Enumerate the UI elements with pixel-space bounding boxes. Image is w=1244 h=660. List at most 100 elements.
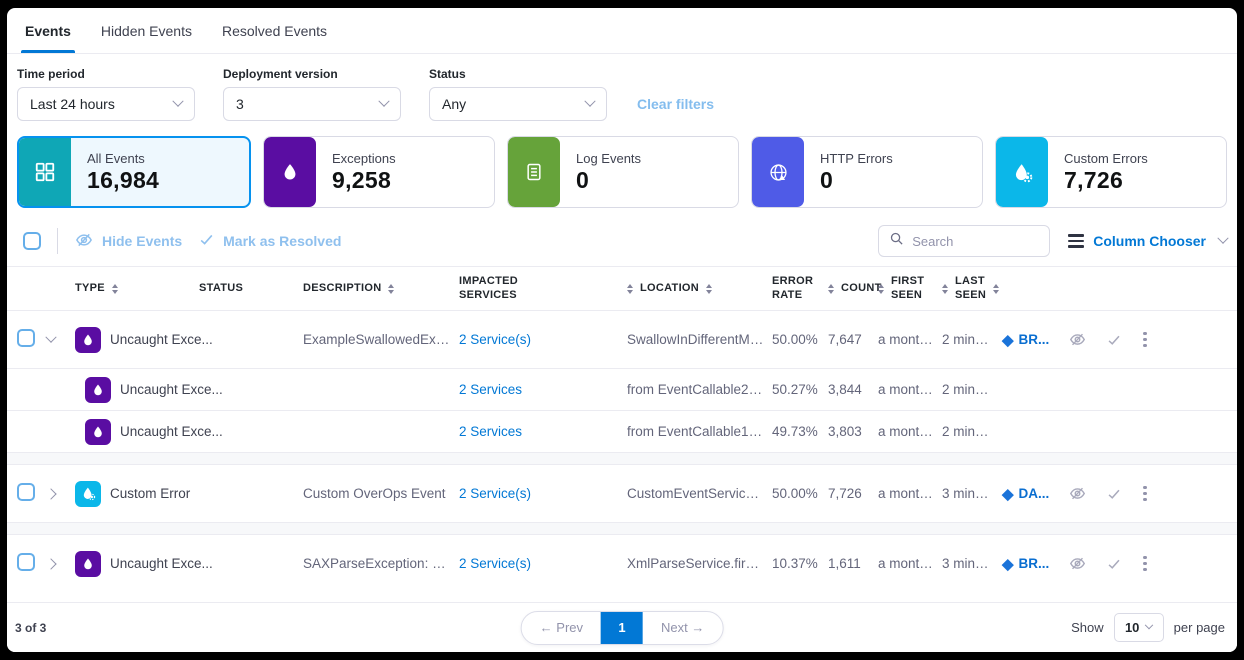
next-page-button[interactable]: Next →: [643, 612, 722, 644]
count-cell: 7,726: [828, 486, 878, 501]
services-link[interactable]: 2 Services: [459, 382, 627, 397]
prev-page-button[interactable]: ← Prev: [522, 612, 601, 644]
deployment-version-select[interactable]: 3: [223, 87, 401, 121]
tab-resolved-events-label: Resolved Events: [222, 23, 327, 39]
header-description[interactable]: DESCRIPTION: [303, 282, 459, 296]
type-label: Uncaught Exce...: [110, 556, 213, 571]
card-label: All Events: [87, 151, 159, 166]
sort-icon[interactable]: [828, 284, 834, 294]
kebab-menu-icon[interactable]: [1141, 554, 1149, 574]
group-separator: [7, 452, 1237, 465]
sort-icon[interactable]: [878, 284, 884, 294]
expand-row-chevron-icon[interactable]: [45, 558, 56, 569]
card-http-errors[interactable]: HTTP Errors 0: [751, 136, 983, 208]
resolve-event-icon[interactable]: [1106, 333, 1122, 347]
hide-event-icon[interactable]: [1068, 555, 1087, 572]
sort-icon[interactable]: [942, 284, 948, 294]
eye-slash-icon: [74, 231, 94, 252]
clear-filters-link[interactable]: Clear filters: [637, 96, 714, 112]
services-link[interactable]: 2 Service(s): [459, 332, 627, 347]
sort-icon[interactable]: [112, 284, 118, 294]
exception-type-icon: [85, 419, 111, 445]
diamond-icon: ◆: [1002, 555, 1014, 573]
time-period-filter: Time period Last 24 hours: [17, 67, 195, 121]
mark-as-resolved-button[interactable]: Mark as Resolved: [198, 232, 341, 250]
hamburger-icon: [1068, 234, 1084, 248]
sort-icon[interactable]: [706, 284, 712, 294]
header-count[interactable]: COUNT: [828, 282, 878, 296]
deployment-badge[interactable]: ◆BR...: [1002, 331, 1049, 349]
first-seen-cell: a month...: [878, 332, 942, 347]
exception-type-icon: [75, 551, 101, 577]
location-cell: CustomEventService.fir...: [627, 486, 772, 501]
sort-icon[interactable]: [993, 284, 999, 294]
globe-icon: [752, 137, 804, 207]
hide-event-icon[interactable]: [1068, 485, 1087, 502]
table-footer: 3 of 3 ← Prev 1 Next → Show 10 per page: [7, 602, 1237, 652]
status-select[interactable]: Any: [429, 87, 607, 121]
card-custom-errors[interactable]: Custom Errors 7,726: [995, 136, 1227, 208]
divider: [57, 228, 58, 254]
collapse-row-chevron-icon[interactable]: [45, 332, 56, 343]
services-link[interactable]: 2 Service(s): [459, 556, 627, 571]
deployment-badge[interactable]: ◆DA...: [1002, 485, 1049, 503]
page-size-select[interactable]: 10: [1114, 613, 1164, 642]
location-cell: SwallowInDifferentMeth...: [627, 332, 772, 347]
hide-events-button[interactable]: Hide Events: [74, 231, 182, 252]
resolve-event-icon[interactable]: [1106, 487, 1122, 501]
tab-events[interactable]: Events: [25, 8, 71, 53]
hide-events-label: Hide Events: [102, 233, 182, 249]
description-cell[interactable]: ExampleSwallowedExceptio...: [303, 332, 459, 347]
card-value: 0: [576, 167, 641, 194]
time-period-select[interactable]: Last 24 hours: [17, 87, 195, 121]
kebab-menu-icon[interactable]: [1141, 330, 1149, 350]
sort-icon[interactable]: [627, 284, 633, 294]
time-period-label: Time period: [17, 67, 195, 81]
first-seen-cell: a month...: [878, 556, 942, 571]
header-status[interactable]: STATUS: [199, 282, 303, 296]
error-rate-cell: 50.00%: [772, 332, 828, 347]
sort-icon[interactable]: [388, 284, 394, 294]
deployment-badge[interactable]: ◆BR...: [1002, 555, 1049, 573]
search-input[interactable]: [912, 234, 1039, 249]
select-all-checkbox[interactable]: [23, 232, 41, 250]
error-rate-cell: 50.00%: [772, 486, 828, 501]
services-link[interactable]: 2 Service(s): [459, 486, 627, 501]
tabs-bar: Events Hidden Events Resolved Events: [7, 8, 1237, 54]
error-rate-cell: 50.27%: [772, 382, 828, 397]
card-label: HTTP Errors: [820, 151, 893, 166]
card-log-events[interactable]: Log Events 0: [507, 136, 739, 208]
column-chooser-button[interactable]: Column Chooser: [1068, 233, 1227, 249]
deployment-version-label: Deployment version: [223, 67, 401, 81]
first-seen-cell: a month...: [878, 424, 942, 439]
exception-type-icon: [75, 327, 101, 353]
card-all-events[interactable]: All Events 16,984: [17, 136, 251, 208]
header-location[interactable]: LOCATION: [627, 282, 772, 296]
page-number-button[interactable]: 1: [601, 612, 643, 644]
card-exceptions[interactable]: Exceptions 9,258: [263, 136, 495, 208]
type-label: Custom Error: [110, 486, 190, 501]
header-first-seen[interactable]: FIRST SEEN: [878, 275, 942, 303]
tab-hidden-events[interactable]: Hidden Events: [101, 8, 192, 53]
drop-gear-icon: [996, 137, 1048, 207]
table-row: Uncaught Exce... SAXParseException: XML …: [7, 535, 1237, 592]
kebab-menu-icon[interactable]: [1141, 484, 1149, 504]
row-checkbox[interactable]: [17, 553, 35, 571]
header-error-rate[interactable]: ERROR RATE: [772, 275, 828, 303]
status-value: Any: [442, 96, 466, 112]
resolve-event-icon[interactable]: [1106, 557, 1122, 571]
row-checkbox[interactable]: [17, 483, 35, 501]
header-last-seen[interactable]: LAST SEEN: [942, 275, 1002, 303]
description-cell[interactable]: SAXParseException: XML d...: [303, 556, 459, 571]
last-seen-cell: 3 minut...: [942, 556, 1002, 571]
description-cell[interactable]: Custom OverOps Event: [303, 486, 459, 501]
expand-row-chevron-icon[interactable]: [45, 488, 56, 499]
services-link[interactable]: 2 Services: [459, 424, 627, 439]
tab-resolved-events[interactable]: Resolved Events: [222, 8, 327, 53]
card-value: 9,258: [332, 167, 396, 194]
bulk-actions-toolbar: Hide Events Mark as Resolved Co: [7, 216, 1237, 266]
hide-event-icon[interactable]: [1068, 331, 1087, 348]
header-impacted-services[interactable]: IMPACTED SERVICES: [459, 275, 627, 303]
row-checkbox[interactable]: [17, 329, 35, 347]
header-type[interactable]: TYPE: [75, 282, 199, 296]
